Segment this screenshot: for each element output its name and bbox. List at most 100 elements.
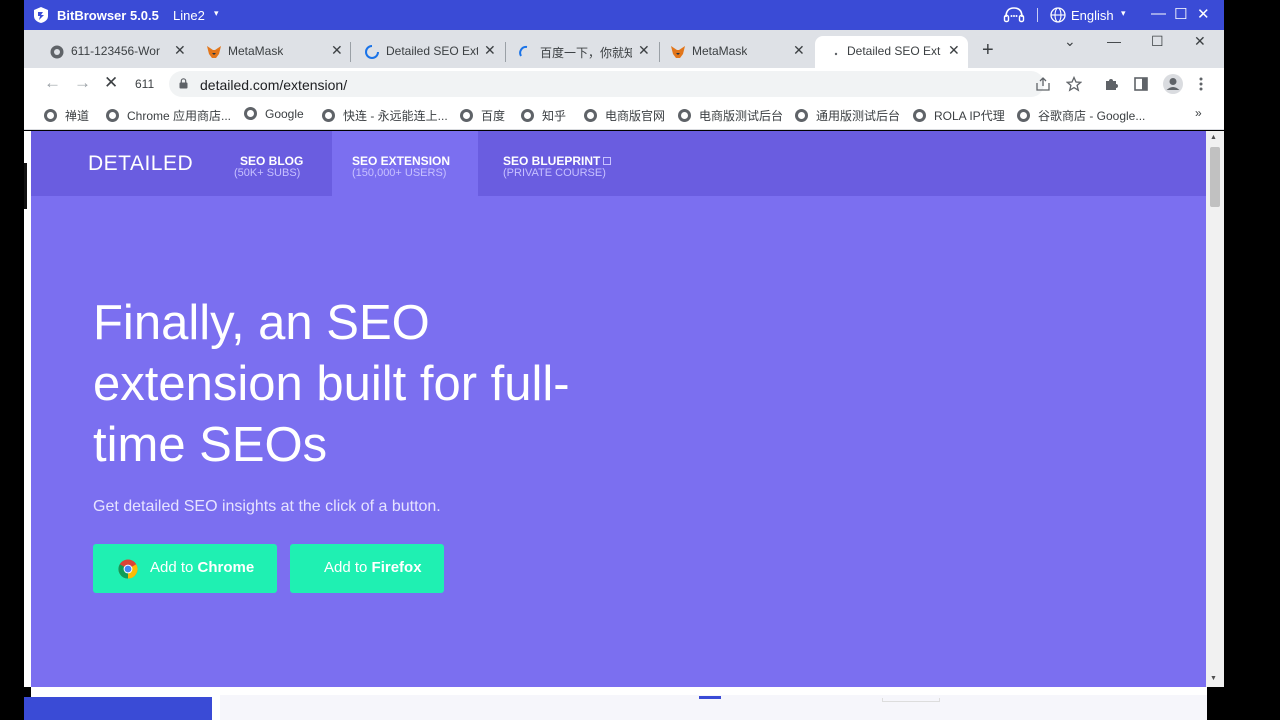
stop-loading-button[interactable]: ✕ <box>104 73 118 93</box>
scroll-up-arrow-icon[interactable]: ▲ <box>1210 134 1217 141</box>
add-to-firefox-button[interactable]: Add to Firefox <box>290 544 444 593</box>
bookmark-item[interactable]: Chrome 应用商店... <box>106 107 231 124</box>
new-tab-button[interactable]: + <box>982 39 994 62</box>
back-button[interactable]: ← <box>44 73 61 93</box>
scrollbar-thumb[interactable] <box>1210 147 1220 207</box>
nav-subtitle[interactable]: (PRIVATE COURSE) <box>503 167 606 179</box>
metamask-icon <box>671 46 685 58</box>
nav-seo-blog[interactable]: SEO BLOG (50K+ SUBS) <box>232 131 332 196</box>
chevron-down-icon[interactable]: ▾ <box>214 8 219 19</box>
share-icon[interactable] <box>1035 76 1051 92</box>
nav-title[interactable]: SEO BLOG <box>240 154 303 168</box>
extensions-puzzle-icon[interactable] <box>1103 76 1119 92</box>
globe-icon <box>1017 109 1030 122</box>
nav-seo-extension[interactable]: SEO EXTENSION (150,000+ USERS) <box>332 131 478 196</box>
cta-label-prefix[interactable]: Add to <box>324 559 372 576</box>
tab-3[interactable]: Detailed SEO Ext ✕ <box>354 36 502 68</box>
globe-icon <box>44 109 57 122</box>
minimize-button[interactable]: — <box>1151 5 1166 22</box>
window-maximize-button[interactable]: ☐ <box>1151 33 1164 50</box>
address-bar[interactable]: detailed.com/extension/ <box>169 71 1044 97</box>
bookmark-star-icon[interactable] <box>1066 76 1082 92</box>
bookmark-item[interactable]: Google <box>244 107 304 121</box>
tab-search-chevron-icon[interactable]: ⌄ <box>1064 33 1076 50</box>
app-title: BitBrowser 5.0.5 <box>57 8 159 23</box>
tab-4[interactable]: 百度一下，你就知 ✕ <box>508 36 656 68</box>
close-button[interactable]: ✕ <box>1197 5 1210 23</box>
bookmark-label[interactable]: 电商版测试后台 <box>699 109 783 123</box>
section-outline <box>882 698 940 702</box>
bookmark-label[interactable]: 谷歌商店 - Google... <box>1038 109 1145 123</box>
bookmark-item[interactable]: 通用版测试后台 <box>795 107 900 124</box>
page-left-edge <box>24 131 31 687</box>
bookmark-item[interactable]: 电商版官网 <box>584 107 665 124</box>
globe-icon <box>913 109 926 122</box>
nav-subtitle[interactable]: (150,000+ USERS) <box>352 167 446 179</box>
nav-subtitle[interactable]: (50K+ SUBS) <box>234 167 300 179</box>
bookmark-item[interactable]: 谷歌商店 - Google... <box>1017 107 1145 124</box>
bookmark-item[interactable]: 禅道 <box>44 107 89 124</box>
nav-title-text[interactable]: SEO BLUEPRINT <box>503 154 600 168</box>
scroll-down-arrow-icon[interactable]: ▼ <box>1210 675 1217 682</box>
maximize-button[interactable]: ☐ <box>1174 5 1187 23</box>
bookmark-label[interactable]: Google <box>265 107 304 121</box>
bookmark-item[interactable]: 知乎 <box>521 107 566 124</box>
cta-label[interactable]: Add to Firefox <box>324 559 422 576</box>
cta-label[interactable]: Add to Chrome <box>150 559 254 576</box>
bookmark-label[interactable]: 百度 <box>481 109 505 123</box>
window-close-button[interactable]: ✕ <box>1194 33 1206 50</box>
bookmark-label[interactable]: Chrome 应用商店... <box>127 109 231 123</box>
headset-icon[interactable] <box>1003 6 1025 24</box>
close-icon[interactable]: ✕ <box>638 42 650 59</box>
bookmark-label[interactable]: 电商版官网 <box>605 109 665 123</box>
nav-title[interactable]: SEO EXTENSION <box>352 154 450 168</box>
window-minimize-button[interactable]: — <box>1107 33 1121 49</box>
tab-2[interactable]: MetaMask ✕ <box>196 36 344 68</box>
close-icon[interactable]: ✕ <box>331 42 343 59</box>
forward-button[interactable]: → <box>74 73 91 93</box>
lock-icon[interactable] <box>179 78 188 89</box>
bookmark-label[interactable]: 快连 - 永远能连上... <box>343 109 448 123</box>
globe-icon <box>244 107 257 120</box>
bookmark-label[interactable]: 知乎 <box>542 109 566 123</box>
close-icon[interactable]: ✕ <box>948 42 960 59</box>
bookmark-label[interactable]: ROLA IP代理 <box>934 109 1005 123</box>
close-icon[interactable]: ✕ <box>484 42 496 59</box>
bookmarks-overflow-button[interactable]: » <box>1195 106 1202 120</box>
chevron-down-icon[interactable]: ▾ <box>1121 8 1126 19</box>
close-icon[interactable]: ✕ <box>793 42 805 59</box>
nav-title[interactable]: SEO BLUEPRINT <box>503 154 612 168</box>
url-text[interactable]: detailed.com/extension/ <box>200 77 347 93</box>
globe-icon[interactable] <box>1050 7 1066 23</box>
tab-title: Detailed SEO Ext <box>386 44 478 58</box>
bitbrowser-title-bar: BitBrowser 5.0.5 Line2 ▾ English ▾ — ☐ ✕ <box>24 0 1224 30</box>
tab-divider <box>505 42 506 62</box>
tab-1[interactable]: 611-123456-Wor ✕ <box>39 36 187 68</box>
bookmark-item[interactable]: 百度 <box>460 107 505 124</box>
bookmark-item[interactable]: 电商版测试后台 <box>678 107 783 124</box>
bookmark-label[interactable]: 通用版测试后台 <box>816 109 900 123</box>
bookmark-item[interactable]: 快连 - 永远能连上... <box>322 107 448 124</box>
close-icon[interactable]: ✕ <box>174 42 186 59</box>
bookmark-label[interactable]: 禅道 <box>65 109 89 123</box>
add-to-chrome-button[interactable]: Add to Chrome <box>93 544 277 593</box>
hero-title-line: Finally, an SEO <box>93 296 430 350</box>
site-logo[interactable]: DETAILED <box>88 152 193 176</box>
profile-selector[interactable]: Line2 <box>173 8 205 23</box>
tab-5[interactable]: MetaMask ✕ <box>660 36 808 68</box>
cta-label-bold[interactable]: Firefox <box>372 559 422 576</box>
tab-6-active[interactable]: Detailed SEO Ext ✕ <box>815 36 968 68</box>
tab-title: MetaMask <box>692 44 748 58</box>
cta-label-prefix[interactable]: Add to <box>150 559 198 576</box>
language-selector[interactable]: English <box>1071 8 1114 23</box>
page-scrollbar[interactable]: ▲ ▼ <box>1206 131 1224 687</box>
nav-seo-blueprint[interactable]: SEO BLUEPRINT (PRIVATE COURSE) <box>478 131 638 196</box>
bookmark-item[interactable]: ROLA IP代理 <box>913 107 1005 124</box>
cta-label-bold[interactable]: Chrome <box>198 559 255 576</box>
tab-title: 百度一下，你就知 <box>540 46 632 60</box>
profile-avatar-icon[interactable] <box>1162 73 1184 95</box>
loading-icon <box>365 45 379 59</box>
hero-subtitle: Get detailed SEO insights at the click o… <box>93 498 441 515</box>
side-panel-icon[interactable] <box>1133 76 1149 92</box>
more-menu-icon[interactable] <box>1198 76 1204 92</box>
